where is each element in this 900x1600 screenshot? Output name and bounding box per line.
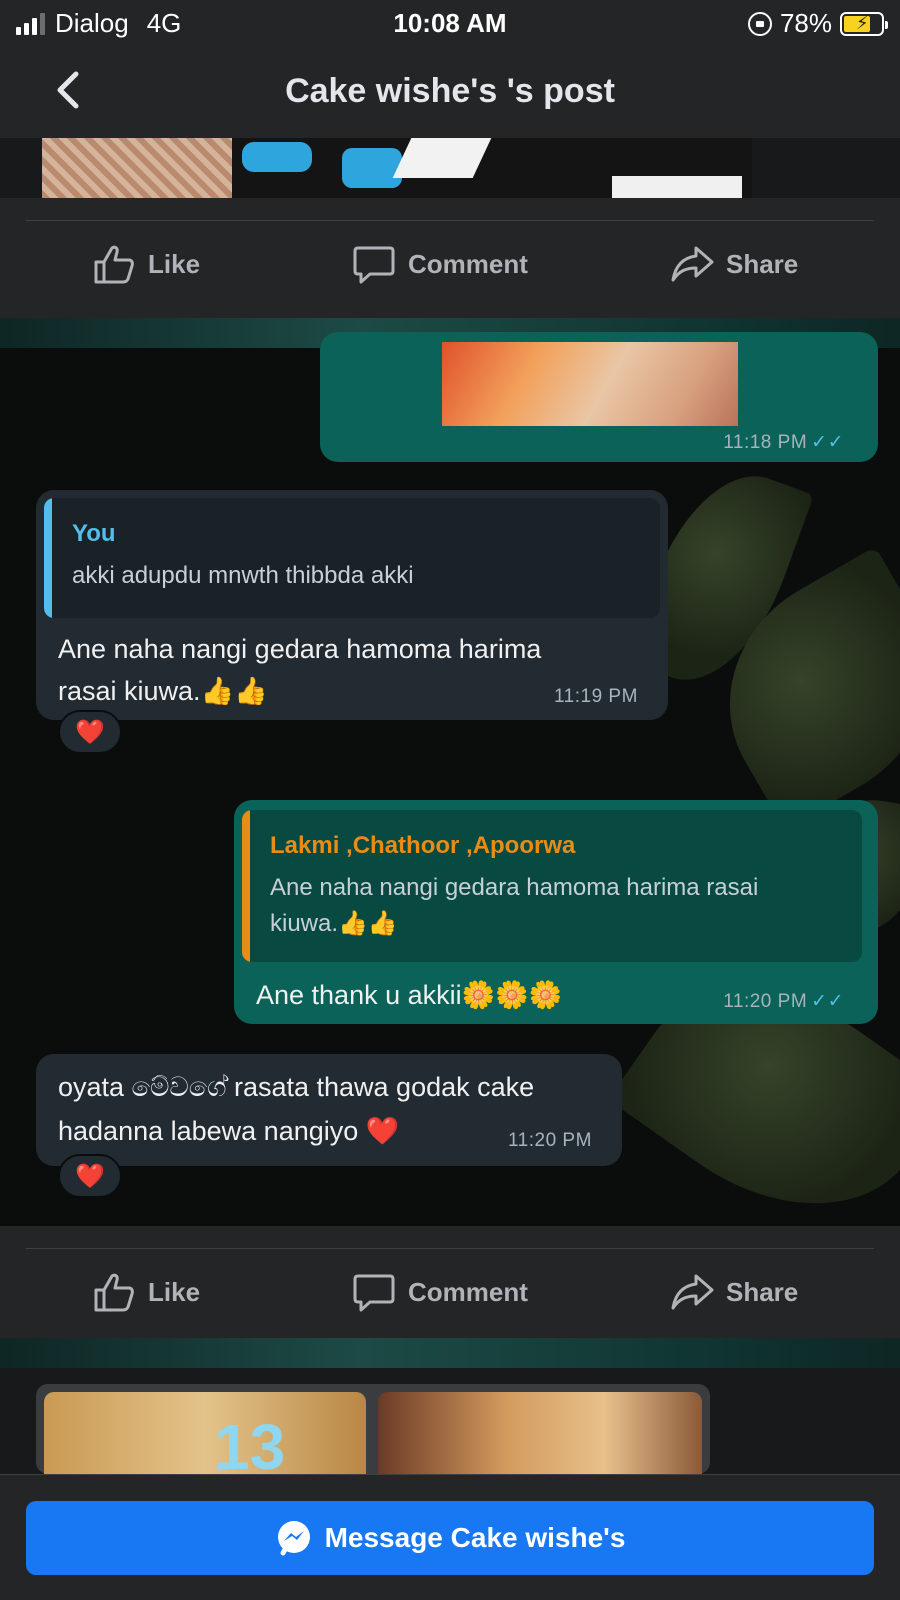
- outgoing-message-bubble[interactable]: Lakmi ,Chathoor ,Apoorwa Ane naha nangi …: [234, 800, 878, 1024]
- share-arrow-icon: [671, 246, 714, 282]
- share-button[interactable]: Share: [670, 1270, 798, 1314]
- photo-fabric: [42, 138, 232, 198]
- heart-reaction[interactable]: ❤️: [58, 710, 122, 754]
- thumbs-up-icon: [94, 1273, 134, 1312]
- message-time: 11:18 PM ✓✓: [723, 432, 844, 453]
- rotation-lock-icon: [747, 11, 772, 36]
- bottom-bar: Message Cake wishe's: [0, 1474, 900, 1600]
- thumbs-up-icon: [94, 245, 134, 284]
- message-page-button[interactable]: Message Cake wishe's: [26, 1501, 874, 1575]
- message-text-line: Ane naha nangi gedara hamoma harima: [58, 634, 542, 664]
- quoted-message[interactable]: Lakmi ,Chathoor ,Apoorwa Ane naha nangi …: [242, 810, 862, 962]
- quote-sender: You: [72, 520, 116, 547]
- share-label: Share: [726, 248, 799, 279]
- comment-label: Comment: [408, 248, 528, 279]
- post-actions-2: Like Comment Share: [0, 1226, 900, 1338]
- shared-photo: [442, 342, 738, 426]
- quote-text: akki adupdu mnwth thibbda akki: [72, 562, 414, 589]
- comment-button[interactable]: Comment: [352, 242, 528, 286]
- page-header: Cake wishe's 's post: [0, 46, 900, 138]
- quote-bar: [242, 810, 250, 962]
- message-text-line: oyata මේවගේ rasata thawa godak cake: [58, 1072, 535, 1102]
- quote-bar: [44, 498, 52, 618]
- battery-percent: 78%: [779, 8, 832, 38]
- like-button[interactable]: Like: [92, 242, 200, 286]
- photo-cake: [232, 138, 752, 198]
- message-time: 11:20 PM ✓✓: [723, 991, 844, 1012]
- comment-bubble-icon: [353, 1274, 395, 1312]
- share-button[interactable]: Share: [670, 242, 798, 286]
- photo-collage: 13: [36, 1384, 710, 1474]
- photo-person: [378, 1392, 702, 1474]
- post-actions-1: Like Comment Share: [0, 198, 900, 310]
- cake-number: 13: [214, 1411, 286, 1474]
- quote-text-line: Ane naha nangi gedara hamoma harima rasa…: [270, 874, 759, 901]
- like-label: Like: [148, 1276, 201, 1307]
- outgoing-image-bubble[interactable]: 11:18 PM ✓✓: [320, 332, 878, 462]
- comment-bubble-icon: [353, 246, 395, 284]
- like-button[interactable]: Like: [92, 1270, 200, 1314]
- heart-reaction[interactable]: ❤️: [58, 1154, 122, 1198]
- divider: [26, 1248, 874, 1249]
- photo-header-strip: [0, 1338, 900, 1368]
- incoming-message-bubble[interactable]: oyata මේවගේ rasata thawa godak cake hada…: [36, 1054, 622, 1166]
- message-button-label: Message Cake wishe's: [324, 1522, 626, 1553]
- like-label: Like: [148, 248, 201, 279]
- messenger-icon: [277, 1521, 310, 1556]
- post-photo-top[interactable]: [0, 138, 900, 198]
- chat-screenshot-image[interactable]: 11:18 PM ✓✓ You akki adupdu mnwth thibbda…: [0, 318, 900, 1226]
- share-label: Share: [726, 1276, 799, 1307]
- comment-label: Comment: [408, 1276, 528, 1307]
- message-time: 11:20 PM: [508, 1130, 592, 1151]
- read-ticks-icon: ✓✓: [811, 432, 844, 453]
- share-arrow-icon: [671, 1274, 714, 1310]
- message-text-line: hadanna labewa nangiyo ❤️: [58, 1116, 400, 1146]
- comment-button[interactable]: Comment: [352, 1270, 528, 1314]
- battery-icon: ⚡: [840, 11, 888, 36]
- read-ticks-icon: ✓✓: [811, 991, 844, 1012]
- incoming-message-bubble[interactable]: You akki adupdu mnwth thibbda akki Ane n…: [36, 490, 668, 720]
- quote-sender: Lakmi ,Chathoor ,Apoorwa: [270, 832, 576, 859]
- message-text-line: rasai kiuwa.👍👍: [58, 676, 268, 706]
- heart-icon: ❤️: [75, 718, 105, 746]
- quoted-message[interactable]: You akki adupdu mnwth thibbda akki: [44, 498, 660, 618]
- status-right: 78% ⚡: [747, 8, 888, 39]
- quote-text-line: kiuwa.👍👍: [270, 910, 398, 937]
- message-time: 11:19 PM: [554, 686, 638, 707]
- heart-icon: ❤️: [75, 1162, 105, 1190]
- page-title: Cake wishe's 's post: [285, 72, 615, 110]
- divider: [26, 220, 874, 221]
- message-text: Ane thank u akkii🌼🌼🌼: [256, 980, 563, 1010]
- post-photo-bottom[interactable]: 13: [0, 1338, 900, 1474]
- status-bar: Dialog 4G 10:08 AM 78% ⚡: [0, 0, 900, 46]
- photo-cake-13: 13: [44, 1392, 366, 1474]
